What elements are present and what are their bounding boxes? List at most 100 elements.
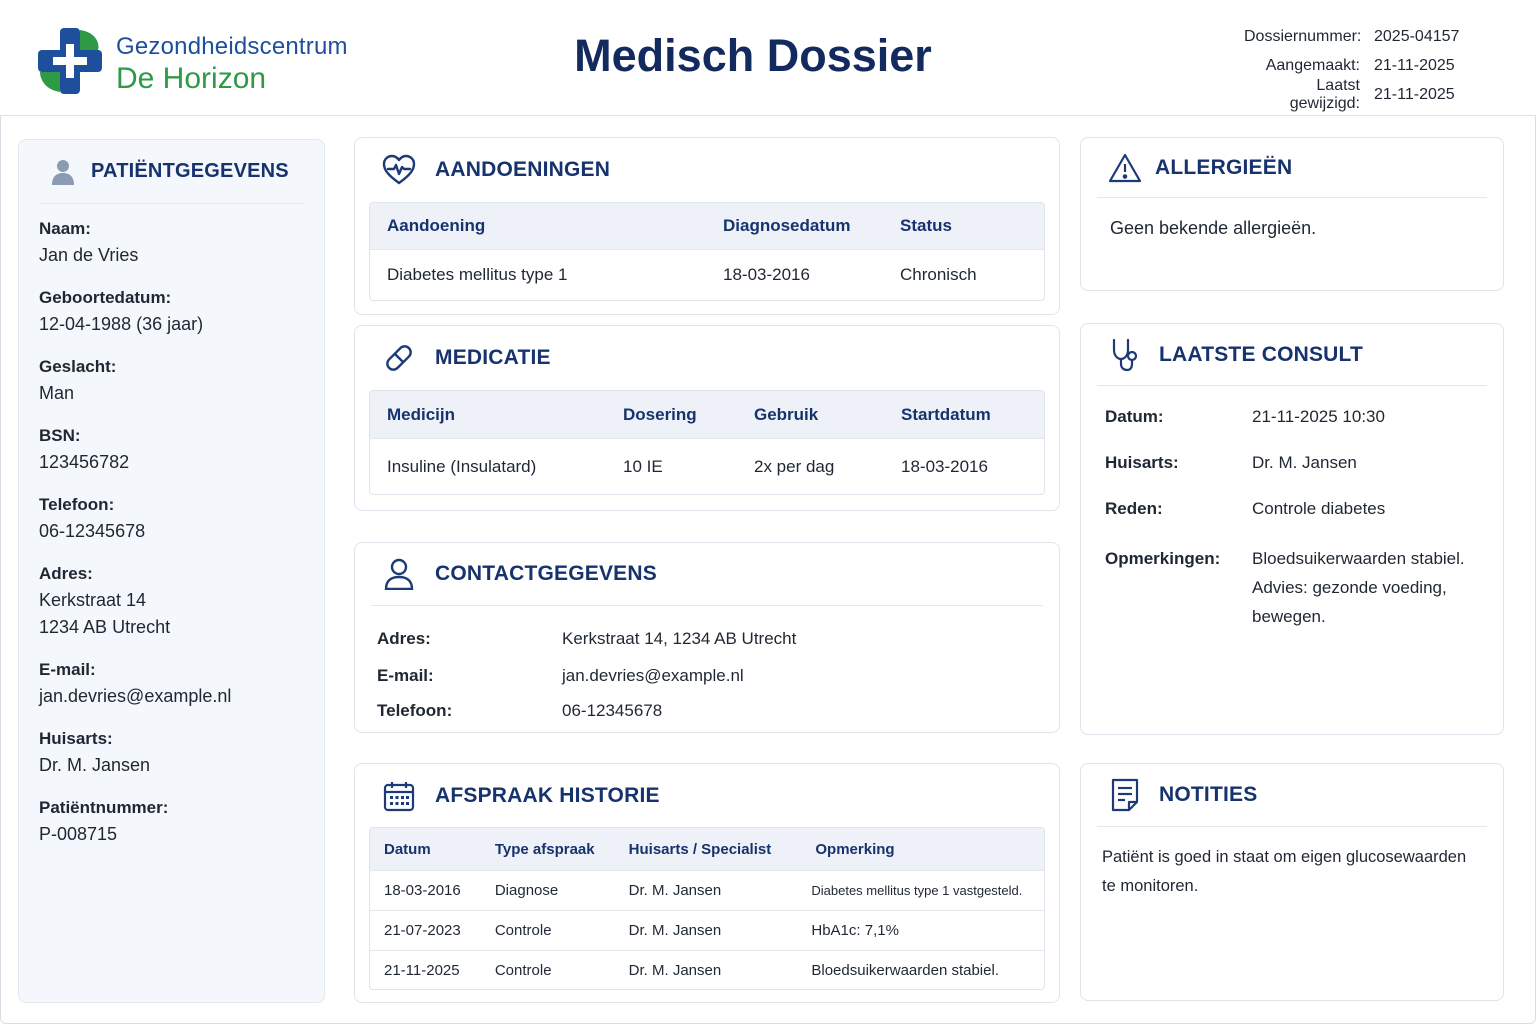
- patient-field: Adres: Kerkstraat 14 1234 AB Utrecht: [39, 561, 304, 641]
- field-label: Adres:: [39, 564, 93, 583]
- allergies-panel: ALLERGIEËN Geen bekende allergieën.: [1080, 137, 1504, 291]
- stethoscope-icon: [1107, 337, 1143, 373]
- field-value: 123456782: [39, 452, 130, 472]
- table-cell: 18-03-2016: [901, 456, 988, 476]
- meta-value: 21-11-2025: [1374, 85, 1455, 103]
- field-value: Bloedsuikerwaarden stabiel. Advies: gezo…: [1252, 544, 1465, 631]
- patient-field: Geboortedatum: 12-04-1988 (36 jaar): [39, 285, 304, 338]
- consult-rows: Datum: 21-11-2025 10:30 Huisarts: Dr. M.…: [1081, 386, 1503, 631]
- column-header: Datum: [384, 840, 431, 858]
- patient-field: Naam: Jan de Vries: [39, 216, 304, 269]
- patient-field: BSN: 123456782: [39, 423, 304, 476]
- contact-row: E-mail: jan.devries@example.nl: [377, 658, 1059, 694]
- consult-row: Opmerkingen: Bloedsuikerwaarden stabiel.…: [1105, 544, 1503, 631]
- note-line: te monitoren.: [1102, 877, 1199, 895]
- column-header: Medicijn: [387, 404, 456, 424]
- table-cell: Insuline (Insulatard): [387, 456, 537, 476]
- heart-pulse-icon: [381, 152, 417, 188]
- table-header-row: Medicijn Dosering Gebruik Startdatum: [370, 391, 1044, 438]
- field-value: 06-12345678: [562, 701, 663, 720]
- column-header: Diagnosedatum: [723, 216, 851, 235]
- table-cell: Diagnose: [494, 882, 559, 899]
- notes-panel: NOTITIES Patiënt is goed in staat om eig…: [1080, 763, 1504, 1001]
- table-cell: 18-03-2016: [384, 882, 461, 899]
- table-row: Insuline (Insulatard) 10 IE 2x per dag 1…: [370, 438, 1044, 494]
- panel-title: AFSPRAAK HISTORIE: [435, 783, 660, 807]
- field-label: Huisarts:: [39, 729, 113, 748]
- medication-panel-header: MEDICATIE: [371, 326, 1043, 390]
- field-label: E-mail:: [377, 666, 434, 685]
- field-label: Patiëntnummer:: [39, 798, 169, 817]
- meta-label: Dossiernummer:: [1244, 27, 1362, 45]
- consult-row: Datum: 21-11-2025 10:30: [1105, 394, 1503, 440]
- table-cell: Chronisch: [900, 265, 977, 284]
- allergies-text: Geen bekende allergieën.: [1110, 218, 1317, 238]
- field-value: Controle diabetes: [1252, 499, 1386, 518]
- table-cell: Dr. M. Jansen: [628, 961, 722, 979]
- field-label: Naam:: [39, 219, 91, 238]
- field-label: E-mail:: [39, 660, 96, 679]
- appointments-table: Datum Type afspraak Huisarts / Specialis…: [369, 827, 1045, 990]
- panel-title: LAATSTE CONSULT: [1159, 342, 1364, 366]
- table-cell: Diabetes mellitus type 1: [387, 265, 568, 284]
- panel-title: ALLERGIEËN: [1155, 155, 1293, 179]
- patient-field: Geslacht: Man: [39, 354, 304, 407]
- meta-row: Dossiernummer: 2025-04157: [1244, 22, 1466, 51]
- field-label: Huisarts:: [1105, 453, 1179, 472]
- contact-panel-header: CONTACTGEGEVENS: [371, 543, 1043, 606]
- field-value: Kerkstraat 14: [39, 590, 147, 610]
- column-header: Aandoening: [387, 216, 486, 235]
- table-cell: 21-07-2023: [384, 922, 461, 939]
- field-value: Dr. M. Jansen: [39, 755, 151, 775]
- field-label: Reden:: [1105, 499, 1163, 518]
- consult-row: Reden: Controle diabetes: [1105, 486, 1503, 532]
- contact-row: Telefoon: 06-12345678: [377, 694, 1059, 728]
- field-value: P-008715: [39, 824, 118, 844]
- consult-row: Huisarts: Dr. M. Jansen: [1105, 440, 1503, 486]
- column-header: Type afspraak: [494, 840, 595, 858]
- remark-line: bewegen.: [1252, 607, 1326, 626]
- meta-label: Aangemaakt:: [1265, 56, 1360, 74]
- pill-icon: [381, 340, 417, 376]
- patient-field: Huisarts: Dr. M. Jansen: [39, 726, 304, 779]
- field-value: 12-04-1988 (36 jaar): [39, 314, 204, 334]
- medication-panel: MEDICATIE Medicijn Dosering Gebruik Star…: [354, 325, 1060, 511]
- dossier-meta: Dossiernummer: 2025-04157 Aangemaakt: 21…: [1244, 22, 1466, 112]
- field-value: 06-12345678: [39, 521, 146, 541]
- note-line: Patiënt is goed in staat om eigen glucos…: [1102, 848, 1467, 866]
- field-value: jan.devries@example.nl: [39, 686, 232, 706]
- table-cell: Diabetes mellitus type 1 vastgesteld.: [811, 883, 1023, 898]
- person-outline-icon: [381, 556, 417, 592]
- column-header: Status: [900, 216, 952, 235]
- note-icon: [1107, 777, 1143, 813]
- column-header: Startdatum: [901, 404, 991, 424]
- patient-field: Telefoon: 06-12345678: [39, 492, 304, 545]
- field-label: Geboortedatum:: [39, 288, 172, 307]
- table-cell: Bloedsuikerwaarden stabiel.: [811, 961, 999, 979]
- remark-line: Bloedsuikerwaarden stabiel.: [1252, 549, 1465, 568]
- notes-panel-header: NOTITIES: [1097, 764, 1487, 827]
- patient-field: Patiëntnummer: P-008715: [39, 795, 304, 848]
- field-value: 21-11-2025 10:30: [1252, 407, 1385, 426]
- panel-title: CONTACTGEGEVENS: [435, 562, 657, 585]
- table-cell: HbA1c: 7,1%: [811, 922, 899, 939]
- calendar-icon: [381, 778, 417, 814]
- medication-table: Medicijn Dosering Gebruik Startdatum Ins…: [369, 390, 1045, 495]
- panel-title: MEDICATIE: [435, 346, 551, 369]
- column-header: Gebruik: [754, 404, 819, 424]
- consult-panel-header: LAATSTE CONSULT: [1097, 324, 1487, 386]
- table-row: 21-07-2023 Controle Dr. M. Jansen HbA1c:…: [370, 910, 1044, 950]
- notes-text: Patiënt is goed in staat om eigen glucos…: [1081, 827, 1503, 901]
- field-label: Telefoon:: [377, 701, 453, 720]
- warning-icon: [1107, 150, 1143, 186]
- table-cell: 18-03-2016: [723, 265, 810, 284]
- header: Gezondheidscentrum De Horizon Medisch Do…: [0, 0, 1536, 116]
- panel-title: AANDOENINGEN: [435, 158, 611, 181]
- contact-panel: CONTACTGEGEVENS Adres: Kerkstraat 14, 12…: [354, 542, 1060, 733]
- remark-line: Advies: gezonde voeding,: [1252, 578, 1447, 597]
- field-value: Dr. M. Jansen: [1252, 453, 1357, 472]
- allergies-panel-header: ALLERGIEËN: [1097, 138, 1487, 198]
- column-header: Huisarts / Specialist: [628, 840, 772, 858]
- user-icon: [45, 154, 81, 190]
- field-value: Man: [39, 383, 75, 403]
